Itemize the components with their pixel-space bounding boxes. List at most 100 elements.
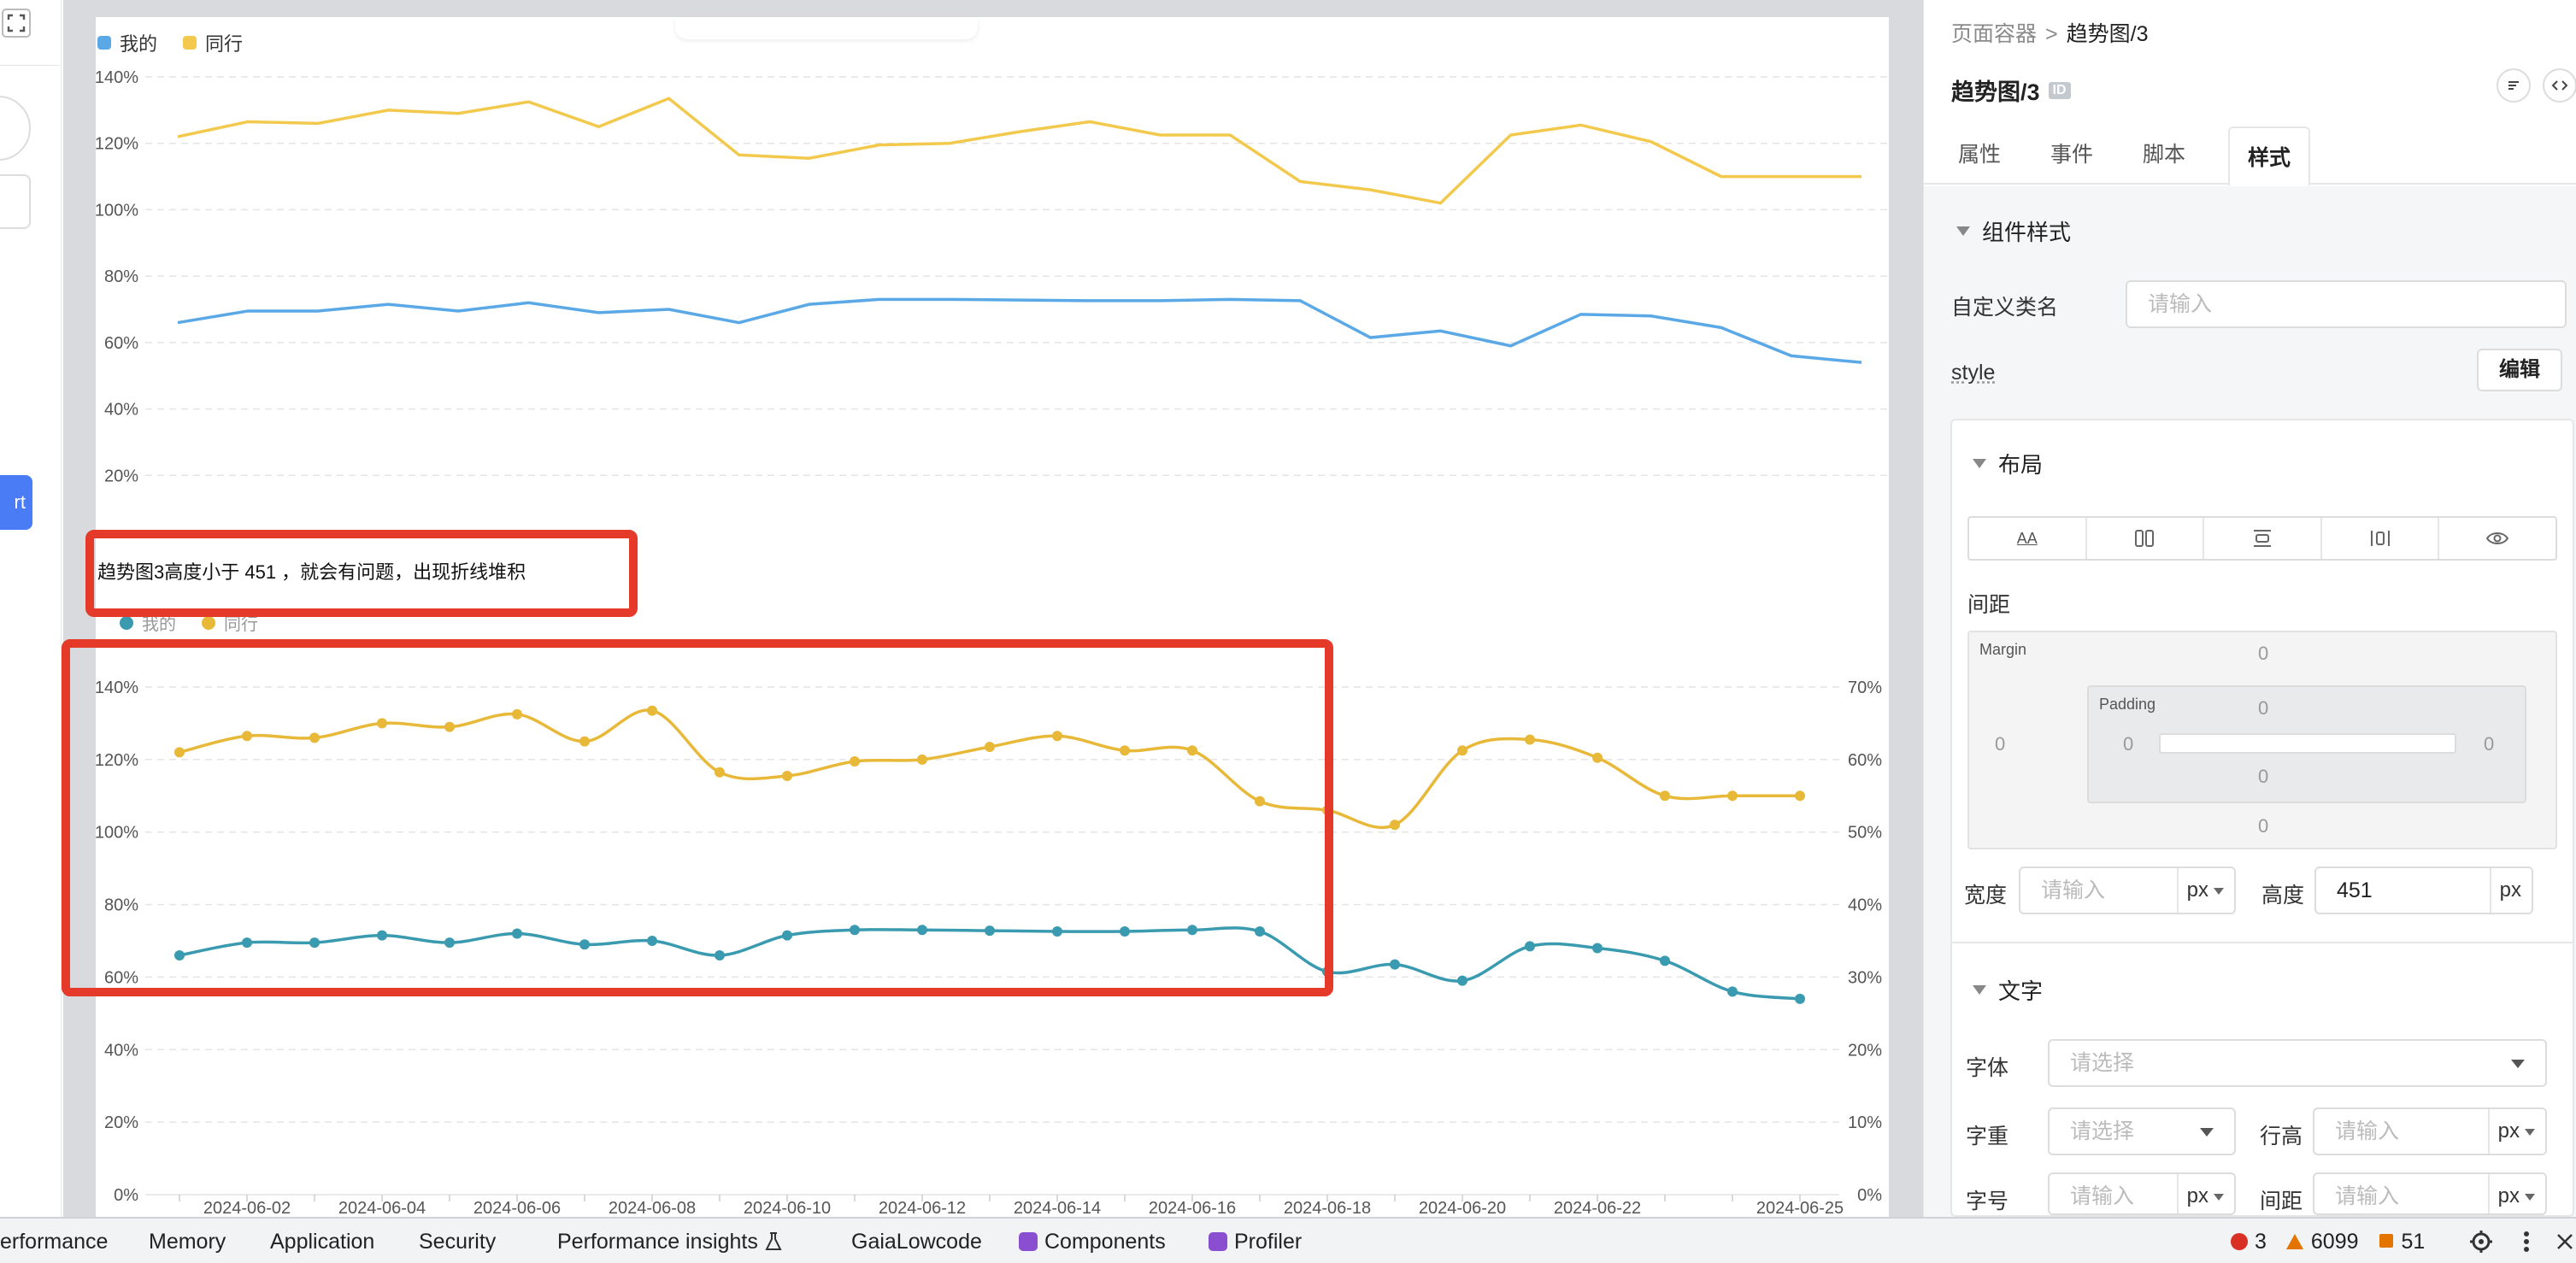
margin-bottom[interactable]: 0 [2258, 815, 2268, 837]
expand-icon[interactable] [2, 9, 31, 38]
devtools-tab-security[interactable]: Security [419, 1219, 496, 1263]
tab-script[interactable]: 脚本 [2127, 125, 2201, 185]
y-tick-label: 20% [104, 467, 138, 485]
data-point [1795, 993, 1805, 1004]
margin-left[interactable]: 0 [1995, 733, 2005, 755]
more-options-icon[interactable] [2521, 1229, 2532, 1254]
unit-text: px [2186, 878, 2208, 902]
devtools-tab-memory[interactable]: Memory [149, 1219, 226, 1263]
y-tick-label: 80% [104, 896, 138, 915]
edit-style-button[interactable]: 编辑 [2477, 349, 2562, 391]
legend-item-peer[interactable]: 同行 [183, 29, 243, 56]
info-count: 51 [2401, 1230, 2426, 1254]
padding-top[interactable]: 0 [2258, 697, 2268, 720]
x-tick-label: 2024-06-18 [1284, 1199, 1371, 1217]
width-input[interactable]: 请输入 px [2019, 866, 2236, 914]
padding-right[interactable]: 0 [2484, 733, 2494, 755]
legend-item-mine[interactable]: 我的 [97, 29, 157, 56]
text-layout-icon[interactable]: AA [1969, 518, 2087, 559]
tab-events[interactable]: 事件 [2035, 125, 2108, 185]
data-point [1727, 986, 1738, 997]
x-tick-label: 2024-06-16 [1149, 1199, 1236, 1217]
data-point [377, 718, 387, 729]
font-select[interactable]: 请选择 [2048, 1039, 2547, 1087]
y2-tick-label: 10% [1848, 1113, 1882, 1132]
distribute-icon[interactable] [2322, 518, 2440, 559]
devtools-tab-performance[interactable]: erformance [0, 1219, 108, 1263]
y-tick-label: 120% [96, 751, 138, 770]
data-point [715, 767, 725, 778]
tab-properties[interactable]: 属性 [1943, 125, 2016, 185]
start-button[interactable]: rt [0, 475, 32, 530]
devtools-tab-application[interactable]: Application [270, 1219, 374, 1263]
data-point [647, 705, 657, 716]
line-height-input[interactable]: 请输入 px [2313, 1107, 2547, 1155]
trend-chart-3[interactable]: 0% 20% 40% 60% 80% 100% 120% 140% 0% 10% 20% 30% 40%… [96, 598, 1889, 1217]
component-style-header[interactable]: 组件样式 [1956, 215, 2071, 247]
padding-bottom[interactable]: 0 [2258, 766, 2268, 788]
y-tick-label: 100% [96, 201, 138, 220]
height-label: 高度 [2261, 884, 2305, 908]
data-point [444, 721, 455, 732]
caret-down-icon [2525, 1193, 2535, 1201]
trend-chart-1[interactable]: 0%20%40%60%80%100%120%140%2024-06-022024… [96, 17, 1889, 530]
x-tick-label: 2024-06-04 [338, 1199, 426, 1217]
eye-icon[interactable] [2439, 518, 2555, 559]
collapse-triangle-icon [1973, 459, 1986, 468]
devtools-tab-profiler[interactable]: Profiler [1209, 1219, 1302, 1263]
data-point [1187, 745, 1197, 756]
breadcrumb-root[interactable]: 页面容器 [1951, 22, 2037, 46]
padding-left[interactable]: 0 [2123, 733, 2133, 755]
canvas-top-toolbar[interactable] [675, 17, 978, 39]
series-line-mine [179, 926, 1801, 1001]
margin-top[interactable]: 0 [2258, 643, 2268, 665]
font-size-input[interactable]: 请输入 px [2048, 1172, 2236, 1215]
line-height-placeholder: 请输入 [2335, 1119, 2400, 1143]
text-header[interactable]: 文字 [1973, 974, 2043, 1006]
code-icon[interactable] [2543, 68, 2576, 103]
font-weight-select[interactable]: 请选择 [2048, 1107, 2236, 1155]
letter-spacing-input[interactable]: 请输入 px [2313, 1172, 2547, 1215]
font-weight-label: 字重 [1966, 1125, 2009, 1148]
devtools-tab-label: Performance insights [557, 1230, 758, 1254]
y-tick-label: 60% [104, 968, 138, 987]
height-unit[interactable]: px [2489, 868, 2532, 913]
left-circle-control[interactable] [0, 96, 31, 161]
data-point [1795, 790, 1805, 802]
legend-item-mine[interactable]: 我的 [120, 610, 176, 635]
devtools-tab-gaialowcode[interactable]: GaiaLowcode [851, 1219, 982, 1263]
panel-tabs: 属性 事件 脚本 样式 [1924, 125, 2576, 186]
y-tick-label: 120% [96, 135, 138, 154]
unit-text: px [2497, 1184, 2520, 1207]
id-badge[interactable]: ID [2048, 81, 2071, 99]
legend-item-peer[interactable]: 同行 [202, 610, 258, 635]
align-center-icon[interactable] [2204, 518, 2322, 559]
chart2-legend: 我的 同行 [120, 610, 258, 635]
data-point [715, 949, 725, 960]
custom-class-input[interactable]: 请输入 [2126, 280, 2567, 328]
tab-style[interactable]: 样式 [2228, 126, 2310, 186]
width-unit-select[interactable]: px [2176, 868, 2234, 913]
list-icon[interactable] [2497, 68, 2531, 103]
columns-icon[interactable] [2087, 518, 2205, 559]
data-point [579, 736, 590, 747]
layout-header[interactable]: 布局 [1973, 448, 2043, 479]
devtools-tab-components[interactable]: Components [1019, 1219, 1166, 1263]
left-box-control[interactable] [0, 174, 31, 229]
font-size-unit-select[interactable]: px [2176, 1174, 2234, 1213]
line-height-unit-select[interactable]: px [2487, 1109, 2545, 1154]
data-point [985, 925, 995, 937]
data-point [1390, 959, 1400, 970]
data-point [1052, 925, 1062, 937]
weight-placeholder: 请选择 [2070, 1119, 2135, 1143]
close-icon[interactable] [2555, 1232, 2574, 1251]
breadcrumb-current: 趋势图/3 [2066, 22, 2149, 46]
console-status[interactable]: 3 6099 51 [2231, 1219, 2425, 1263]
settings-icon[interactable] [2468, 1229, 2494, 1254]
height-input[interactable]: 451 px [2314, 866, 2533, 914]
data-point [174, 747, 185, 758]
letter-spacing-unit-select[interactable]: px [2487, 1174, 2545, 1213]
custom-class-label: 自定义类名 [1951, 296, 2059, 320]
margin-label: Margin [1979, 641, 2027, 658]
devtools-tab-performance-insights[interactable]: Performance insights [557, 1219, 783, 1263]
